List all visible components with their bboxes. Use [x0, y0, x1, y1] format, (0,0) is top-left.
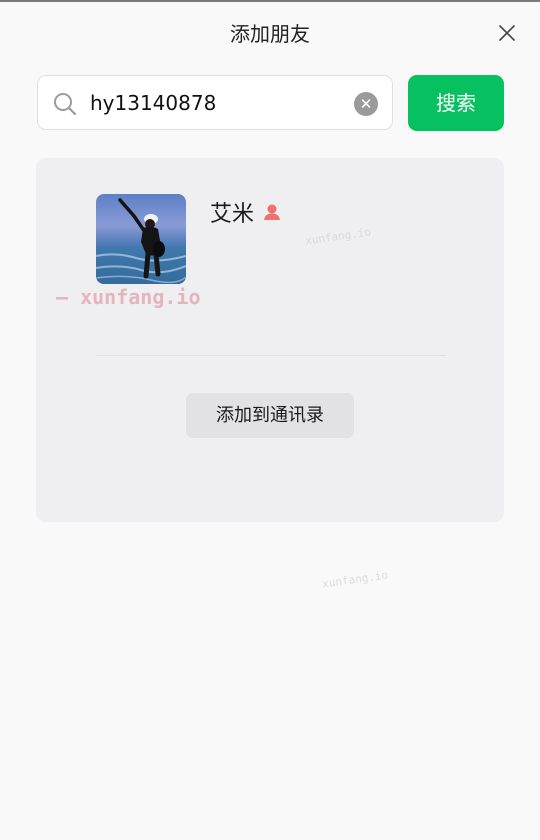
- clear-search-button[interactable]: ✕: [354, 92, 378, 116]
- window-top-border: [0, 0, 540, 2]
- clear-icon: ✕: [359, 95, 373, 113]
- contact-name-row: 艾米: [210, 196, 282, 228]
- close-icon: [499, 25, 515, 41]
- search-result-card: 艾米 添加到通讯录: [36, 158, 504, 522]
- contact-name: 艾米: [210, 202, 255, 227]
- add-to-contacts-button[interactable]: 添加到通讯录: [186, 393, 354, 438]
- window-title: 添加朋友: [230, 22, 310, 46]
- search-input[interactable]: [90, 88, 340, 118]
- avatar[interactable]: [96, 194, 186, 284]
- female-icon: [264, 204, 281, 220]
- watermark-small: xunfang.io: [321, 568, 389, 591]
- search-icon: [54, 93, 77, 116]
- close-button[interactable]: [494, 20, 520, 46]
- card-divider: [96, 355, 446, 356]
- search-button[interactable]: 搜索: [408, 75, 504, 131]
- search-box[interactable]: ✕: [37, 75, 393, 130]
